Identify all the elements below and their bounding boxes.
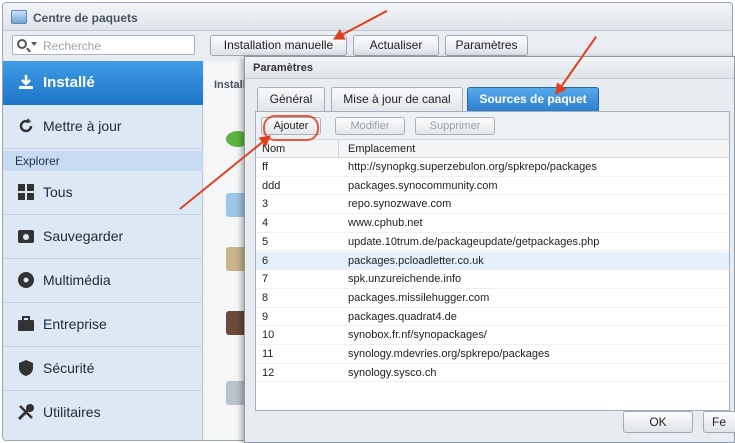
refresh-button[interactable]: Actualiser <box>353 35 439 56</box>
sidebar-item-label: Sécurité <box>43 360 95 376</box>
multimedia-icon <box>18 272 34 288</box>
search-placeholder: Recherche <box>43 39 102 53</box>
search-icon <box>17 39 27 49</box>
sidebar-item-label: Multimédia <box>43 272 111 288</box>
table-row[interactable]: 12 synology.sysco.ch <box>256 364 729 383</box>
source-name: 7 <box>262 273 269 286</box>
sidebar-item-label: Sauvegarder <box>43 228 124 244</box>
edit-button[interactable]: Modifier <box>335 117 405 135</box>
manual-install-button[interactable]: Installation manuelle <box>210 35 347 56</box>
table-row[interactable]: 3 repo.synozwave.com <box>256 195 729 215</box>
source-name: 3 <box>262 198 269 211</box>
source-location: synobox.fr.nf/synopackages/ <box>348 329 487 342</box>
grid-icon <box>18 184 34 200</box>
source-name: 6 <box>262 254 269 267</box>
source-location: packages.synocommunity.com <box>348 179 498 192</box>
table-header: Nom Emplacement <box>256 140 729 158</box>
source-location: repo.synozwave.com <box>348 198 452 211</box>
source-name: 9 <box>262 310 269 323</box>
source-location: update.10trum.de/packageupdate/getpackag… <box>348 235 600 248</box>
sidebar-item-label: Entreprise <box>43 316 107 332</box>
settings-button[interactable]: Paramètres <box>445 35 528 56</box>
source-name: 11 <box>262 348 274 360</box>
source-location: http://synopkg.superzebulon.org/spkrepo/… <box>348 161 597 173</box>
source-location: synology.sysco.ch <box>348 366 437 379</box>
source-location: www.cphub.net <box>348 217 423 230</box>
search-input[interactable]: Recherche <box>12 35 195 55</box>
sidebar-item-backup[interactable]: Sauvegarder <box>3 215 203 259</box>
source-location: synology.mdevries.org/spkrepo/packages <box>348 348 550 360</box>
shield-icon <box>19 360 33 376</box>
source-name: ddd <box>262 179 281 192</box>
table-row[interactable]: 9 packages.quadrat4.de <box>256 308 729 327</box>
source-name: 5 <box>262 235 269 248</box>
settings-dialog: Paramètres Général Mise à jour de canal … <box>244 56 735 443</box>
sidebar-item-multimedia[interactable]: Multimédia <box>3 259 203 303</box>
sidebar-item-label: Tous <box>43 184 73 200</box>
sidebar-item-label: Mettre à jour <box>43 118 122 134</box>
sidebar-item-installed[interactable]: Installé <box>3 61 203 105</box>
package-center-icon <box>11 10 27 24</box>
dialog-title: Paramètres <box>245 57 734 79</box>
column-header-location[interactable]: Emplacement <box>348 143 415 155</box>
table-row[interactable]: 6 packages.pcloadletter.co.uk <box>256 251 729 271</box>
window-title: Centre de paquets <box>33 11 138 25</box>
tab-package-sources[interactable]: Sources de paquet <box>467 87 599 111</box>
source-name: 12 <box>262 366 275 379</box>
sidebar-item-label: Utilitaires <box>43 404 101 420</box>
sidebar: Installé Mettre à jour Explorer Tous Sau… <box>3 61 203 440</box>
table-row[interactable]: 7 spk.unzureichende.info <box>256 270 729 289</box>
source-location: spk.unzureichende.info <box>348 273 462 286</box>
tab-channel-update[interactable]: Mise à jour de canal <box>331 87 463 111</box>
sidebar-item-all[interactable]: Tous <box>3 171 203 215</box>
download-icon <box>19 75 33 89</box>
tab-general[interactable]: Général <box>257 87 325 111</box>
sidebar-item-update[interactable]: Mettre à jour <box>3 105 203 149</box>
sidebar-item-label: Installé <box>43 74 95 91</box>
tools-icon <box>17 404 34 421</box>
source-name: ff <box>262 161 268 173</box>
table-row[interactable]: 4 www.cphub.net <box>256 214 729 233</box>
source-location: packages.quadrat4.de <box>348 310 457 323</box>
source-location: packages.missilehugger.com <box>348 291 490 304</box>
sources-toolbar: Ajouter Modifier Supprimer <box>256 112 729 140</box>
table-row[interactable]: 11 synology.mdevries.org/spkrepo/packages <box>256 345 729 364</box>
table-row[interactable]: ff http://synopkg.superzebulon.org/spkrep… <box>256 158 729 177</box>
source-name: 8 <box>262 291 269 304</box>
content-header: Install <box>214 79 246 91</box>
source-name: 10 <box>262 329 275 342</box>
backup-icon <box>18 230 34 243</box>
briefcase-icon <box>18 316 34 331</box>
cancel-button[interactable]: Fe <box>703 411 735 433</box>
table-row[interactable]: 5 update.10trum.de/packageupdate/getpacka… <box>256 233 729 252</box>
table-row[interactable]: ddd packages.synocommunity.com <box>256 177 729 196</box>
sidebar-section-explorer: Explorer <box>3 151 203 171</box>
sidebar-item-business[interactable]: Entreprise <box>3 303 203 347</box>
source-name: 4 <box>262 217 269 230</box>
chevron-down-icon[interactable] <box>31 42 37 46</box>
table-row[interactable]: 10 synobox.fr.nf/synopackages/ <box>256 326 729 345</box>
table-row[interactable]: 8 packages.missilehugger.com <box>256 289 729 308</box>
column-divider[interactable] <box>338 140 339 158</box>
sidebar-item-security[interactable]: Sécurité <box>3 347 203 391</box>
package-sources-panel: Ajouter Modifier Supprimer Nom Emplaceme… <box>255 111 730 411</box>
delete-button[interactable]: Supprimer <box>415 117 495 135</box>
source-location: packages.pcloadletter.co.uk <box>348 254 484 267</box>
sidebar-item-utilities[interactable]: Utilitaires <box>3 391 203 435</box>
refresh-icon <box>19 118 33 133</box>
title-bar: Centre de paquets <box>3 3 732 31</box>
ok-button[interactable]: OK <box>623 411 693 433</box>
